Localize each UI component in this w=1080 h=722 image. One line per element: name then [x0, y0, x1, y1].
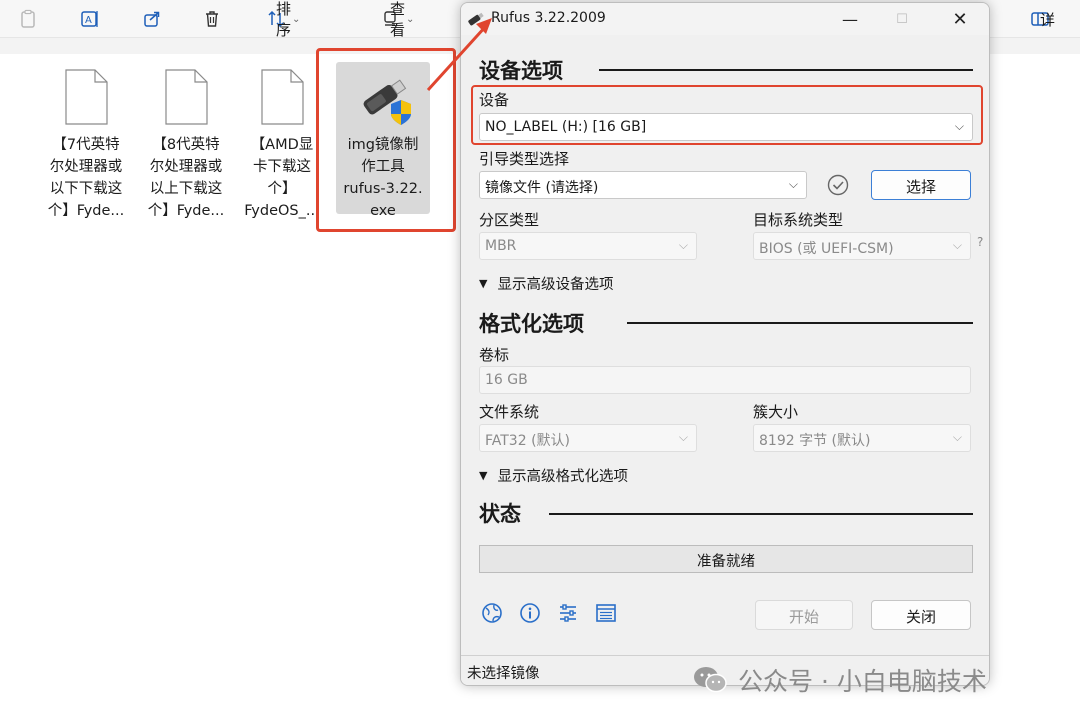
chevron-down-icon: ▼: [479, 469, 488, 482]
document-icon: [165, 69, 208, 125]
log-table-icon[interactable]: [595, 602, 617, 624]
file-name-line: 以下下载这: [49, 181, 123, 197]
start-button[interactable]: 开始: [755, 600, 853, 630]
file-item[interactable]: 【8代英特 尔处理器或 以上下载这 个】Fyde...: [138, 60, 234, 219]
file-name-line: 个】Fyde...: [147, 203, 225, 219]
section-format-options: 格式化选项: [479, 312, 584, 336]
boot-selection-value: 镜像文件 (请选择): [485, 180, 599, 196]
section-divider: [627, 322, 973, 324]
target-system-value: BIOS (或 UEFI-CSM): [759, 241, 894, 257]
chevron-down-icon: ⌵: [678, 430, 688, 444]
paste-button[interactable]: [18, 6, 38, 32]
share-icon: [144, 11, 160, 27]
chevron-down-icon: ⌵: [952, 238, 962, 252]
help-icon[interactable]: ?: [977, 235, 983, 249]
cluster-size-select[interactable]: 8192 字节 (默认) ⌵: [753, 424, 971, 452]
close-window-button[interactable]: ✕: [937, 5, 983, 33]
info-icon[interactable]: [519, 602, 541, 624]
delete-button[interactable]: [202, 6, 222, 32]
watermark: 公众号 · 小白电脑技术: [692, 662, 987, 698]
file-name-line: 【8代英特: [152, 137, 220, 153]
volume-label-value: 16 GB: [485, 372, 528, 388]
chevron-down-icon: ⌵: [788, 177, 798, 191]
details-label: 详: [1040, 10, 1056, 29]
cluster-size-label: 簇大小: [753, 403, 799, 421]
section-divider: [549, 513, 973, 515]
chevron-down-icon: ▼: [479, 277, 488, 290]
file-item[interactable]: 【7代英特 尔处理器或 以下下载这 个】Fyde...: [38, 60, 134, 219]
volume-label-input[interactable]: 16 GB: [479, 366, 971, 394]
target-system-label: 目标系统类型: [753, 211, 844, 229]
toggle-advanced-device[interactable]: ▼ 显示高级设备选项: [479, 273, 613, 294]
status-bar-text: 未选择镜像: [467, 666, 540, 682]
document-icon: [65, 69, 108, 125]
watermark-text: 公众号 · 小白电脑技术: [738, 667, 987, 696]
status-text: 准备就绪: [697, 554, 755, 570]
file-name-line: 以上下载这: [149, 181, 223, 197]
toggle-advanced-format[interactable]: ▼ 显示高级格式化选项: [479, 465, 628, 486]
minimize-button[interactable]: —: [827, 5, 873, 33]
rufus-window: Rufus 3.22.2009 — ☐ ✕ 设备选项 设备 NO_LABEL (…: [460, 2, 990, 686]
boot-selection-label: 引导类型选择: [479, 150, 570, 168]
boot-selection-select[interactable]: 镜像文件 (请选择) ⌵: [479, 171, 807, 199]
title-bar: Rufus 3.22.2009 — ☐ ✕: [461, 3, 989, 35]
check-hash-icon[interactable]: [827, 174, 849, 196]
highlight-box-device: [471, 85, 983, 145]
share-button[interactable]: [142, 6, 162, 32]
rename-button[interactable]: A: [80, 6, 100, 32]
paste-icon: [21, 9, 35, 28]
chevron-down-icon: ⌵: [952, 430, 962, 444]
advanced-format-label: 显示高级格式化选项: [497, 469, 628, 485]
file-system-value: FAT32 (默认): [485, 433, 570, 449]
file-system-label: 文件系统: [479, 403, 540, 421]
section-divider: [599, 69, 973, 71]
cluster-size-value: 8192 字节 (默认): [759, 433, 871, 449]
annotation-arrow: [426, 18, 492, 92]
settings-sliders-icon[interactable]: [557, 602, 579, 624]
advanced-device-label: 显示高级设备选项: [497, 277, 614, 293]
view-button[interactable]: 查看 ⌄: [380, 0, 414, 39]
wechat-icon: [694, 667, 727, 693]
status-progress-bar: 准备就绪: [479, 545, 973, 573]
close-button[interactable]: 关闭: [871, 600, 971, 630]
partition-scheme-label: 分区类型: [479, 211, 540, 229]
select-button[interactable]: 选择: [871, 170, 971, 200]
partition-scheme-value: MBR: [485, 238, 517, 254]
maximize-button[interactable]: ☐: [879, 5, 925, 33]
file-system-select[interactable]: FAT32 (默认) ⌵: [479, 424, 697, 452]
window-title: Rufus 3.22.2009: [491, 10, 606, 26]
volume-label-label: 卷标: [479, 346, 510, 364]
sort-label: 排序: [276, 0, 292, 39]
document-icon: [261, 69, 304, 125]
file-name-line: 个】Fyde...: [47, 203, 125, 219]
chevron-down-icon: ⌵: [678, 238, 688, 252]
rename-icon: A: [81, 11, 98, 27]
target-system-select[interactable]: BIOS (或 UEFI-CSM) ⌵: [753, 232, 971, 260]
file-name-line: 【7代英特: [52, 137, 120, 153]
view-label: 查看: [390, 0, 406, 39]
svg-text:A: A: [85, 15, 92, 26]
file-name-line: 尔处理器或: [49, 159, 123, 175]
trash-icon: [206, 11, 218, 27]
sort-button[interactable]: 排序 ⌄: [266, 0, 300, 39]
details-pane-button[interactable]: 详: [1030, 6, 1055, 32]
globe-icon[interactable]: [481, 602, 503, 624]
partition-scheme-select[interactable]: MBR ⌵: [479, 232, 697, 260]
section-status: 状态: [479, 502, 521, 526]
file-name-line: 尔处理器或: [149, 159, 223, 175]
